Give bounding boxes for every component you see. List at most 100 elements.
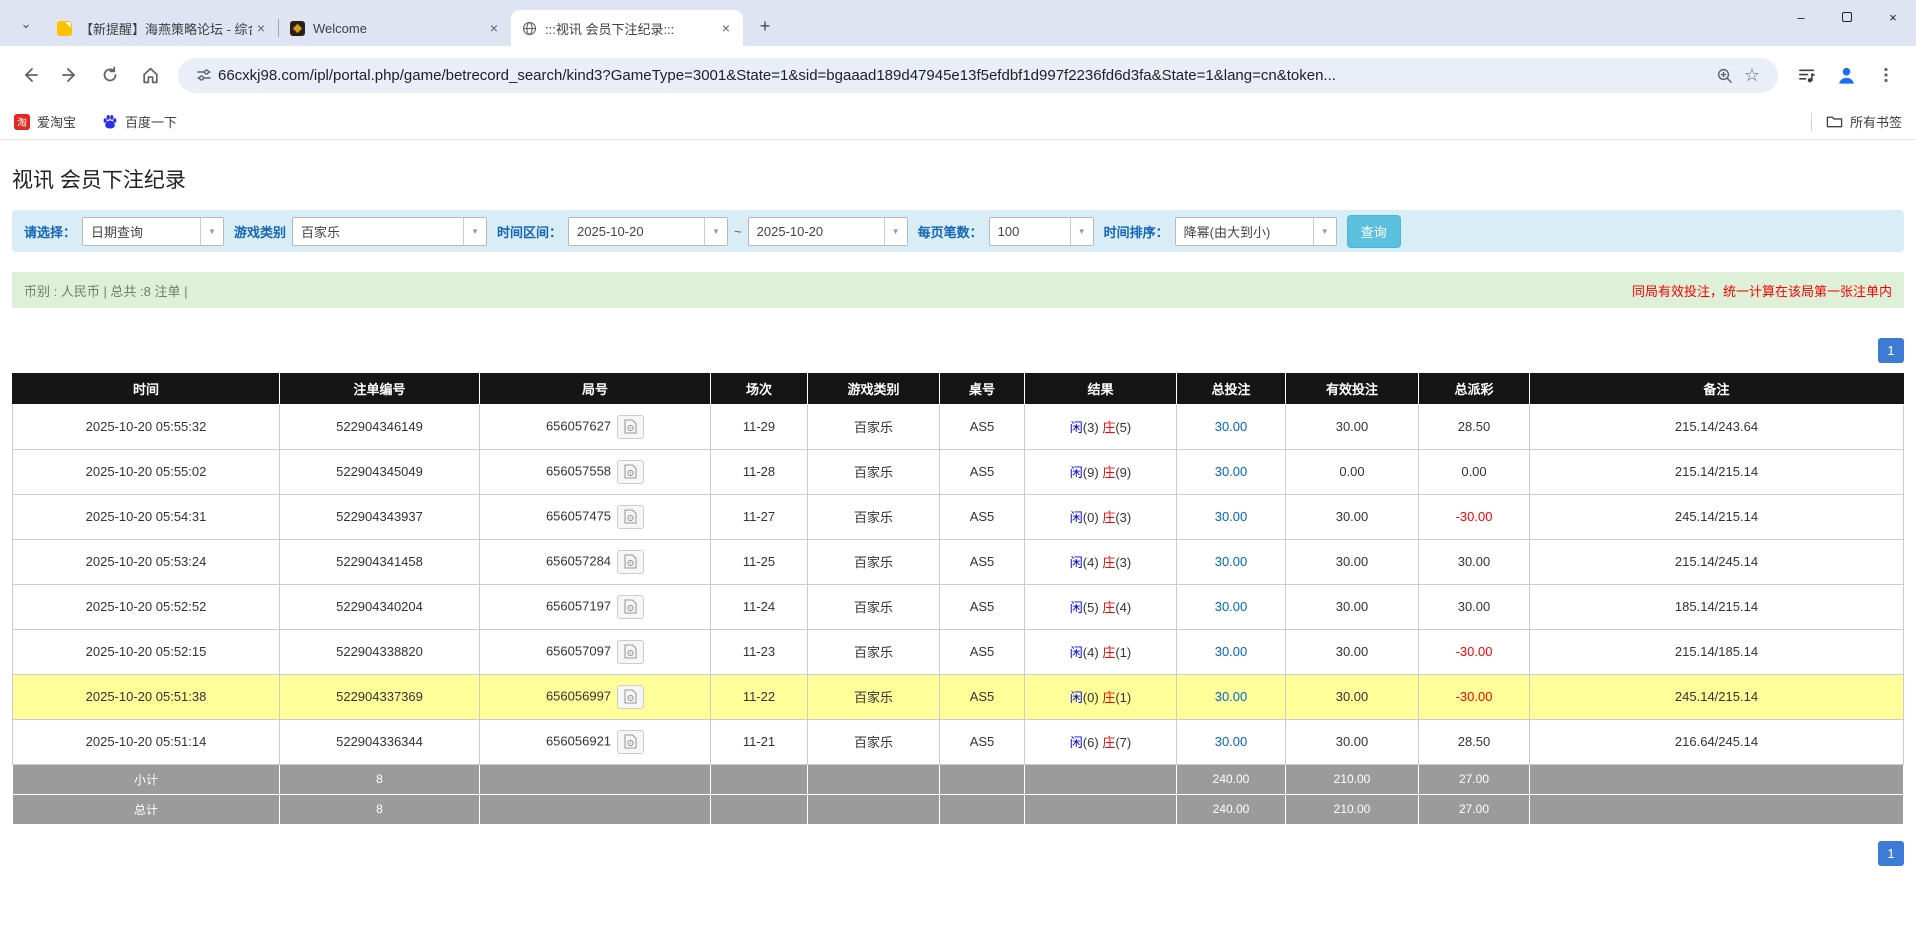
total-bet-link[interactable]: 30.00 bbox=[1215, 419, 1248, 434]
payout-value: 28.50 bbox=[1458, 419, 1491, 434]
close-icon[interactable]: × bbox=[717, 19, 735, 37]
media-controls-button[interactable] bbox=[1789, 58, 1823, 92]
video-replay-button[interactable] bbox=[617, 595, 644, 619]
all-bookmarks-button[interactable]: 所有书签 bbox=[1826, 112, 1902, 131]
back-button[interactable] bbox=[13, 58, 47, 92]
home-button[interactable] bbox=[133, 58, 167, 92]
maximize-button[interactable] bbox=[1824, 0, 1870, 34]
chevron-down-icon[interactable]: ▼ bbox=[1070, 218, 1093, 245]
col-header-result: 结果 bbox=[1025, 373, 1177, 404]
cell-game-type: 百家乐 bbox=[808, 404, 940, 449]
cell-valid-bet: 30.00 bbox=[1286, 404, 1419, 449]
chevron-down-icon[interactable]: ▼ bbox=[1313, 218, 1336, 245]
video-replay-button[interactable] bbox=[617, 415, 644, 439]
total-bet-link[interactable]: 30.00 bbox=[1215, 644, 1248, 659]
game-type-dropdown[interactable]: 百家乐 ▼ bbox=[292, 217, 487, 246]
table-row: 2025-10-20 05:52:15522904338820656057097… bbox=[13, 629, 1904, 674]
bookmark-star-button[interactable]: ☆ bbox=[1738, 61, 1766, 89]
total-bet-link[interactable]: 30.00 bbox=[1215, 509, 1248, 524]
subtotal-valid-bet: 210.00 bbox=[1286, 764, 1419, 794]
url-text[interactable]: 66cxkj98.com/ipl/portal.php/game/betreco… bbox=[218, 67, 1710, 84]
total-bet-link[interactable]: 30.00 bbox=[1215, 464, 1248, 479]
bookmark-baidu[interactable]: 百度一下 bbox=[102, 112, 177, 131]
cell-result: 闲(4) 庄(1) bbox=[1025, 629, 1177, 674]
close-icon[interactable]: × bbox=[485, 19, 503, 37]
tab-welcome[interactable]: Welcome × bbox=[279, 10, 511, 46]
chevron-down-icon[interactable]: ▼ bbox=[884, 218, 907, 245]
total-payout: 27.00 bbox=[1419, 794, 1530, 824]
col-header-session: 场次 bbox=[711, 373, 808, 404]
cell-payout: -30.00 bbox=[1419, 629, 1530, 674]
table-row: 2025-10-20 05:51:14522904336344656056921… bbox=[13, 719, 1904, 764]
tab-bet-records[interactable]: :::视讯 会员下注纪录::: × bbox=[511, 10, 743, 46]
query-type-dropdown[interactable]: 日期查询 ▼ bbox=[82, 217, 224, 246]
cell-game-type: 百家乐 bbox=[808, 449, 940, 494]
forum-favicon-icon bbox=[56, 20, 72, 36]
refresh-button[interactable] bbox=[93, 58, 127, 92]
total-bet-link[interactable]: 30.00 bbox=[1215, 734, 1248, 749]
cell-session: 11-22 bbox=[711, 674, 808, 719]
total-bet-link[interactable]: 30.00 bbox=[1215, 599, 1248, 614]
video-file-icon bbox=[624, 644, 637, 659]
tab-search-button[interactable]: ⌄ bbox=[12, 10, 40, 38]
total-count: 8 bbox=[280, 794, 480, 824]
chevron-down-icon[interactable]: ▼ bbox=[200, 218, 223, 245]
payout-value: -30.00 bbox=[1456, 644, 1493, 659]
close-icon[interactable]: × bbox=[252, 19, 270, 37]
col-header-payout: 总派彩 bbox=[1419, 373, 1530, 404]
sort-dropdown[interactable]: 降幂(由大到小) ▼ bbox=[1175, 217, 1337, 246]
close-window-button[interactable]: × bbox=[1870, 0, 1916, 34]
bookmark-aitaobao[interactable]: 淘 爱淘宝 bbox=[14, 112, 76, 131]
cell-game-type: 百家乐 bbox=[808, 674, 940, 719]
subtotal-count: 8 bbox=[280, 764, 480, 794]
filter-bar: 请选择： 日期查询 ▼ 游戏类别 百家乐 ▼ 时间区间： 2025-10-20 … bbox=[12, 210, 1904, 252]
pagination-page-1[interactable]: 1 bbox=[1878, 841, 1904, 866]
cell-time: 2025-10-20 05:55:02 bbox=[13, 449, 280, 494]
forward-button[interactable] bbox=[53, 58, 87, 92]
menu-button[interactable] bbox=[1869, 58, 1903, 92]
cell-valid-bet: 0.00 bbox=[1286, 449, 1419, 494]
cell-total-bet: 30.00 bbox=[1177, 494, 1286, 539]
cell-payout: 30.00 bbox=[1419, 584, 1530, 629]
new-tab-button[interactable]: + bbox=[751, 12, 779, 40]
cell-session: 11-25 bbox=[711, 539, 808, 584]
chevron-down-icon[interactable]: ▼ bbox=[704, 218, 727, 245]
total-valid-bet: 210.00 bbox=[1286, 794, 1419, 824]
cell-total-bet: 30.00 bbox=[1177, 404, 1286, 449]
total-row: 总计 8 240.00 210.00 27.00 bbox=[13, 794, 1904, 824]
total-bet-link[interactable]: 30.00 bbox=[1215, 554, 1248, 569]
date-from-picker[interactable]: 2025-10-20 ▼ bbox=[568, 217, 728, 246]
video-replay-button[interactable] bbox=[617, 460, 644, 484]
address-bar[interactable]: 66cxkj98.com/ipl/portal.php/game/betreco… bbox=[178, 58, 1778, 93]
cell-payout: -30.00 bbox=[1419, 494, 1530, 539]
total-bet-link[interactable]: 30.00 bbox=[1215, 689, 1248, 704]
site-settings-icon[interactable] bbox=[190, 61, 218, 89]
payout-value: 0.00 bbox=[1461, 464, 1486, 479]
result-banker: 庄 bbox=[1102, 735, 1115, 750]
tab-forum[interactable]: 【新提醒】海燕策略论坛 - 综合 × bbox=[46, 10, 278, 46]
cell-total-bet: 30.00 bbox=[1177, 629, 1286, 674]
cell-payout: 30.00 bbox=[1419, 539, 1530, 584]
back-icon bbox=[21, 66, 39, 84]
search-button[interactable]: 查询 bbox=[1347, 215, 1401, 248]
zoom-icon[interactable] bbox=[1710, 61, 1738, 89]
cell-time: 2025-10-20 05:51:14 bbox=[13, 719, 280, 764]
video-replay-button[interactable] bbox=[617, 550, 644, 574]
video-replay-button[interactable] bbox=[617, 685, 644, 709]
minimize-button[interactable]: – bbox=[1778, 0, 1824, 34]
page-size-dropdown[interactable]: 100 ▼ bbox=[989, 217, 1094, 246]
video-replay-button[interactable] bbox=[617, 730, 644, 754]
cell-table-no: AS5 bbox=[940, 404, 1025, 449]
profile-icon bbox=[1836, 65, 1857, 86]
cell-total-bet: 30.00 bbox=[1177, 674, 1286, 719]
date-to-picker[interactable]: 2025-10-20 ▼ bbox=[748, 217, 908, 246]
cell-valid-bet: 30.00 bbox=[1286, 494, 1419, 539]
chevron-down-icon[interactable]: ▼ bbox=[463, 218, 486, 245]
video-file-icon bbox=[624, 689, 637, 704]
subtotal-total-bet: 240.00 bbox=[1177, 764, 1286, 794]
video-replay-button[interactable] bbox=[617, 505, 644, 529]
cell-note: 245.14/215.14 bbox=[1530, 494, 1904, 539]
profile-button[interactable] bbox=[1829, 58, 1863, 92]
pagination-page-1[interactable]: 1 bbox=[1878, 338, 1904, 363]
video-replay-button[interactable] bbox=[617, 640, 644, 664]
